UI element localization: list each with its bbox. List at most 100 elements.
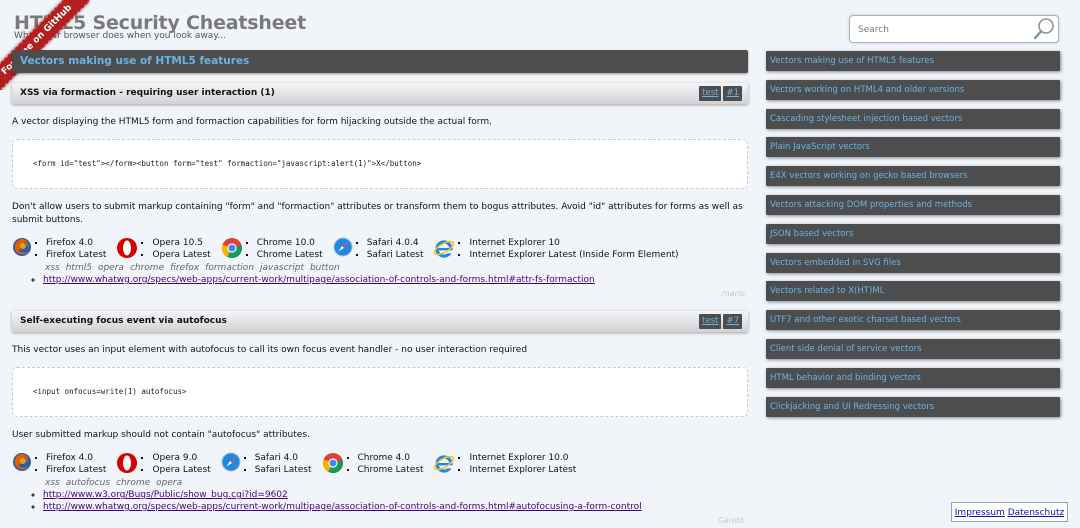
browser-support-item: Opera 9.0Opera Latest xyxy=(116,452,211,477)
browser-version-list: Chrome 4.0Chrome Latest xyxy=(347,452,424,476)
browser-version: Internet Explorer Latest (Inside Form El… xyxy=(469,249,678,261)
browser-version-list: Firefox 4.0Firefox Latest xyxy=(35,237,106,261)
vector-advice: User submitted markup should not contain… xyxy=(12,430,310,440)
ie-icon xyxy=(433,452,458,477)
code-snippet: <form id="test"></form><button form="tes… xyxy=(12,139,748,189)
reference-links: http://www.w3.org/Bugs/Public/show_bug.c… xyxy=(12,489,748,513)
sidebar-category-link[interactable]: Vectors attacking DOM properties and met… xyxy=(766,194,1060,215)
tag: chrome xyxy=(116,478,151,488)
vector-entry: XSS via formaction - requiring user inte… xyxy=(12,83,748,301)
browser-support-item: Internet Explorer 10Internet Explorer La… xyxy=(433,237,679,262)
tag: button xyxy=(309,263,340,273)
test-badge[interactable]: test xyxy=(699,314,722,329)
test-badge[interactable]: test xyxy=(699,86,722,101)
sidebar-category-link[interactable]: Vectors making use of HTML5 features xyxy=(766,51,1060,71)
sidebar-category-link[interactable]: E4X vectors working on gecko based brows… xyxy=(766,166,1060,187)
reference-item: http://www.w3.org/Bugs/Public/show_bug.c… xyxy=(43,489,748,501)
vector-title-bar: Self-executing focus event via autofocus… xyxy=(12,311,748,332)
sidebar-category-link[interactable]: JSON based vectors xyxy=(766,223,1060,244)
ie-icon xyxy=(433,237,458,262)
tag: opera xyxy=(97,263,124,273)
impressum-link[interactable]: Impressum xyxy=(955,508,1005,518)
browser-version-list: Safari 4.0.4Safari Latest xyxy=(356,237,424,261)
browser-version: Internet Explorer 10 xyxy=(469,237,678,249)
vector-id-badge[interactable]: #7 xyxy=(723,314,742,329)
vector-advice: Don't allow users to submit markup conta… xyxy=(12,202,743,225)
vector-badges: test #1 xyxy=(697,86,742,101)
browser-version-list: Chrome 10.0Chrome Latest xyxy=(246,237,323,261)
browser-version: Opera Latest xyxy=(152,464,210,476)
tag: firefox xyxy=(170,263,200,273)
browser-version-list: Opera 10.5Opera Latest xyxy=(141,237,210,261)
search-input[interactable] xyxy=(856,20,1030,40)
browser-version-list: Internet Explorer 10Internet Explorer La… xyxy=(458,237,678,261)
reference-item: http://www.whatwg.org/specs/web-apps/cur… xyxy=(43,274,748,286)
browser-support-item: Safari 4.0Safari Latest xyxy=(221,452,312,476)
browser-version-list: Opera 9.0Opera Latest xyxy=(141,452,210,476)
vector-title-bar: XSS via formaction - requiring user inte… xyxy=(12,83,748,104)
tag-list: xss html5 opera chrome firefox formaction java… xyxy=(45,262,748,274)
browser-version: Firefox 4.0 xyxy=(46,237,106,249)
browser-version: Internet Explorer 10.0 xyxy=(469,452,576,464)
browser-version: Internet Explorer Latest xyxy=(469,464,576,476)
browser-version: Firefox Latest xyxy=(46,249,106,261)
firefox-icon xyxy=(12,237,35,260)
vector-list: XSS via formaction - requiring user inte… xyxy=(12,83,748,528)
safari-icon xyxy=(221,452,244,475)
browser-version: Chrome 10.0 xyxy=(257,237,323,249)
tag: autofocus xyxy=(65,478,110,488)
tag: javascript xyxy=(260,263,304,273)
tag: opera xyxy=(156,478,183,488)
tag: chrome xyxy=(129,263,165,273)
footer-links: Impressum Datenschutz xyxy=(951,502,1068,522)
vector-author: Gareth xyxy=(717,516,745,525)
datenschutz-link[interactable]: Datenschutz xyxy=(1008,508,1065,518)
vector-description: This vector uses an input element with a… xyxy=(12,345,528,355)
browser-support-item: Internet Explorer 10.0Internet Explorer … xyxy=(433,452,576,477)
sidebar-category-link[interactable]: Vectors embedded in SVG files xyxy=(766,252,1060,273)
tag: xss xyxy=(45,263,60,273)
reference-links: http://www.whatwg.org/specs/web-apps/cur… xyxy=(12,274,748,286)
opera-icon xyxy=(116,237,141,262)
safari-icon xyxy=(333,237,356,260)
firefox-icon xyxy=(12,452,35,475)
browser-version: Firefox 4.0 xyxy=(46,452,106,464)
sidebar-category-link[interactable]: Vectors working on HTML4 and older versi… xyxy=(766,79,1060,100)
vector-title: XSS via formaction - requiring user inte… xyxy=(20,88,275,98)
browser-version: Firefox Latest xyxy=(46,464,106,476)
browser-support-item: Opera 10.5Opera Latest xyxy=(116,237,211,262)
sidebar-category-link[interactable]: Plain JavaScript vectors xyxy=(766,137,1060,158)
browser-version: Safari 4.0 xyxy=(255,452,312,464)
browser-version: Opera Latest xyxy=(152,249,210,261)
tag-list: xss autofocus chrome opera xyxy=(45,477,748,489)
browser-version: Safari Latest xyxy=(255,464,312,476)
sidebar-category-link[interactable]: HTML behavior and binding vectors xyxy=(766,367,1060,388)
sidebar-category-link[interactable]: Clickjacking and UI Redressing vectors xyxy=(766,396,1060,417)
reference-link[interactable]: http://www.whatwg.org/specs/web-apps/cur… xyxy=(43,502,642,512)
chrome-icon xyxy=(322,452,347,477)
reference-link[interactable]: http://www.w3.org/Bugs/Public/show_bug.c… xyxy=(43,490,288,500)
vector-title: Self-executing focus event via autofocus xyxy=(20,316,227,326)
browser-version-list: Internet Explorer 10.0Internet Explorer … xyxy=(458,452,576,476)
browser-version-list: Safari 4.0Safari Latest xyxy=(244,452,312,476)
vector-description: A vector displaying the HTML5 form and f… xyxy=(12,117,492,127)
section-title: Vectors making use of HTML5 features xyxy=(12,50,748,73)
browser-version: Chrome Latest xyxy=(358,464,424,476)
search-icon[interactable] xyxy=(1032,17,1056,45)
browser-support-item: Firefox 4.0Firefox Latest xyxy=(12,237,106,261)
sidebar-category-link[interactable]: Cascading stylesheet injection based vec… xyxy=(766,108,1060,129)
search-box xyxy=(849,15,1059,43)
vector-badges: test #7 xyxy=(697,314,742,329)
browser-version-list: Firefox 4.0Firefox Latest xyxy=(35,452,106,476)
sidebar-category-link[interactable]: Client side denial of service vectors xyxy=(766,338,1060,359)
browser-version: Chrome 4.0 xyxy=(358,452,424,464)
reference-item: http://www.whatwg.org/specs/web-apps/cur… xyxy=(43,501,748,513)
main-content: Vectors making use of HTML5 features XSS… xyxy=(12,50,748,528)
browser-version: Opera 9.0 xyxy=(152,452,210,464)
reference-link[interactable]: http://www.whatwg.org/specs/web-apps/cur… xyxy=(43,275,595,285)
vector-id-badge[interactable]: #1 xyxy=(723,86,742,101)
sidebar-category-link[interactable]: Vectors related to X(HT)ML xyxy=(766,281,1060,302)
browser-support-item: Firefox 4.0Firefox Latest xyxy=(12,452,106,476)
sidebar-category-link[interactable]: UTF7 and other exotic charset based vect… xyxy=(766,310,1060,331)
browser-version: Chrome Latest xyxy=(257,249,323,261)
